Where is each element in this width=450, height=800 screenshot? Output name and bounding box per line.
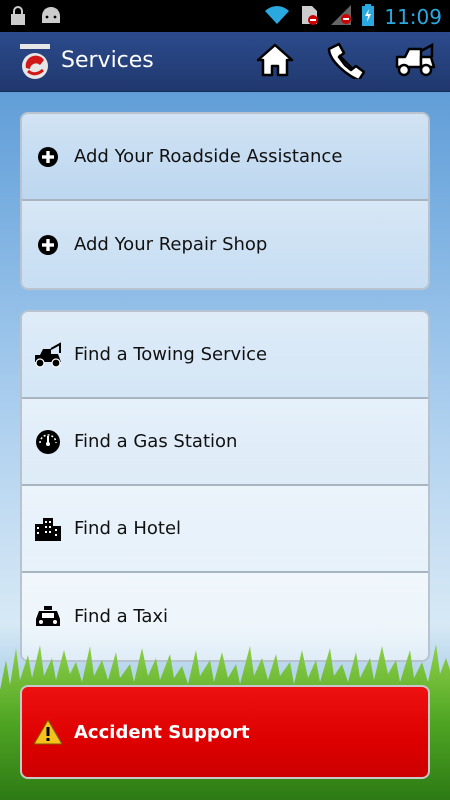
- hotel-building-icon: [22, 516, 74, 542]
- status-bar: 11:09: [0, 0, 450, 32]
- plus-circle-icon: [22, 146, 74, 168]
- find-towing-service-button[interactable]: Find a Towing Service: [22, 312, 428, 399]
- row-label: Find a Towing Service: [74, 344, 268, 365]
- find-gas-station-button[interactable]: Find a Gas Station: [22, 399, 428, 486]
- home-button[interactable]: [254, 42, 296, 82]
- tow-truck-icon: [394, 41, 436, 83]
- taxi-icon: [22, 605, 74, 629]
- add-repair-shop-button[interactable]: Add Your Repair Shop: [22, 201, 428, 288]
- tow-truck-icon: [22, 341, 74, 368]
- wifi-icon: [264, 5, 290, 29]
- page-title: Services: [61, 48, 154, 73]
- phone-handset-icon: [325, 41, 366, 83]
- fuel-gauge-icon: [22, 429, 74, 455]
- call-button[interactable]: [324, 42, 366, 82]
- home-icon: [256, 42, 294, 82]
- find-hotel-button[interactable]: Find a Hotel: [22, 486, 428, 573]
- plus-circle-icon: [22, 234, 74, 256]
- row-label: Find a Hotel: [74, 518, 182, 539]
- add-roadside-assistance-button[interactable]: Add Your Roadside Assistance: [22, 114, 428, 201]
- row-label: Add Your Repair Shop: [74, 234, 268, 255]
- warning-icon: [22, 719, 74, 745]
- add-services-group: Add Your Roadside Assistance Add Your Re…: [20, 112, 430, 290]
- app-logo: [18, 44, 52, 80]
- accident-support-label: Accident Support: [74, 721, 250, 743]
- tow-truck-button[interactable]: [394, 42, 436, 82]
- row-label: Add Your Roadside Assistance: [74, 146, 343, 167]
- accident-support-button[interactable]: Accident Support: [20, 685, 430, 779]
- row-label: Find a Gas Station: [74, 431, 238, 452]
- signal-icon: [330, 4, 352, 30]
- find-services-group: Find a Towing Service Find a Gas Station…: [20, 310, 430, 662]
- lock-icon: [10, 6, 26, 30]
- app-header: Services: [0, 32, 450, 92]
- battery-charging-icon: [362, 4, 375, 30]
- row-label: Find a Taxi: [74, 606, 169, 627]
- android-icon: [40, 7, 62, 29]
- sim-blocked-icon: [300, 4, 320, 30]
- clock: 11:09: [384, 5, 442, 29]
